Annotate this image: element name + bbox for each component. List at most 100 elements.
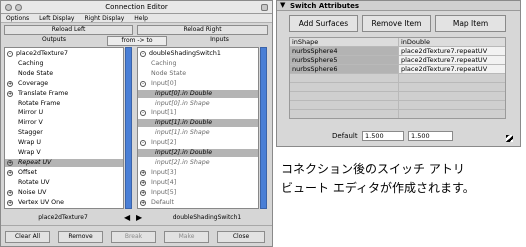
left-list-item[interactable]: + Noise UV <box>5 189 123 197</box>
menu-options[interactable]: Options <box>1 14 34 22</box>
collapse-icon[interactable]: - <box>140 80 146 87</box>
left-list-item[interactable]: + Offset <box>5 169 123 177</box>
expand-icon[interactable]: + <box>7 189 13 196</box>
right-list-item[interactable]: input[0].in Shape <box>138 100 258 108</box>
direction-toggle-button[interactable]: from -> to <box>107 36 167 46</box>
table-cell-double[interactable]: place2dTexture7.repeatUV <box>399 65 505 73</box>
right-list-item[interactable]: - Input[1] <box>138 109 258 117</box>
left-list-item[interactable]: + Coverage <box>5 80 123 88</box>
left-list-item[interactable]: Caching <box>5 60 123 68</box>
right-list-item[interactable]: + Default <box>138 199 258 207</box>
expand-icon[interactable]: + <box>140 189 146 196</box>
right-scrollbar[interactable] <box>260 47 267 209</box>
default-value-field-2[interactable]: 1.500 <box>408 131 453 141</box>
left-item-label: Vertex UV One <box>18 198 64 206</box>
map-item-button[interactable]: Map Item <box>435 15 506 32</box>
row-line <box>290 109 505 110</box>
right-item-label: Input[0] <box>151 79 177 87</box>
left-item-label: Rotate Frame <box>18 99 61 107</box>
expand-icon[interactable]: + <box>140 169 146 176</box>
table-cell-double[interactable]: place2dTexture7.repeatUV <box>399 47 505 55</box>
arrow-right-icon[interactable]: ▶ <box>136 213 142 222</box>
right-list-item[interactable]: input[0].in Double <box>138 89 258 98</box>
left-item-label: Wrap V <box>18 149 41 156</box>
reload-left-button[interactable]: Reload Left <box>4 25 133 35</box>
collapse-icon[interactable]: - <box>140 51 146 57</box>
left-list-item[interactable]: + Translate Frame <box>5 90 123 98</box>
left-list-item[interactable]: Stagger <box>5 129 123 137</box>
collapse-icon[interactable]: - <box>7 51 13 57</box>
remove-button[interactable]: Remove <box>58 231 103 243</box>
left-list-item[interactable]: + Vertex UV One <box>5 199 123 207</box>
left-list-item[interactable]: + Repeat UV <box>5 158 123 167</box>
right-list-item[interactable]: - Input[2] <box>138 139 258 147</box>
left-item-label: Rotate UV <box>18 178 50 186</box>
left-list-item[interactable]: Rotate UV <box>5 179 123 187</box>
add-surfaces-button[interactable]: Add Surfaces <box>289 15 358 32</box>
collapse-icon[interactable]: - <box>140 140 146 147</box>
reload-right-button[interactable]: Reload Right <box>137 25 268 35</box>
right-list-item[interactable]: - doubleShadingSwitch1 <box>138 50 258 58</box>
close-button[interactable]: Close <box>217 231 265 243</box>
right-item-label: input[1].in Shape <box>155 129 210 137</box>
expand-icon[interactable]: + <box>7 90 13 97</box>
right-list-item[interactable]: input[1].in Double <box>138 119 258 128</box>
right-list-item[interactable]: input[1].in Shape <box>138 129 258 137</box>
collapse-icon[interactable]: - <box>140 110 146 117</box>
right-list-item[interactable]: + Input[4] <box>138 179 258 187</box>
column-header-inshape[interactable]: inShape <box>290 38 398 46</box>
arrow-left-icon[interactable]: ◀ <box>124 213 130 222</box>
expand-icon[interactable]: + <box>7 80 13 87</box>
right-item-label: Caching <box>151 59 177 67</box>
right-item-label: input[2].in Shape <box>155 158 210 166</box>
table-cell-shape[interactable]: nurbsSphere6 <box>290 65 398 73</box>
zoom-window-icon[interactable] <box>261 4 268 11</box>
expand-icon[interactable]: + <box>7 169 13 176</box>
left-list-item[interactable]: Mirror U <box>5 109 123 117</box>
left-list-item[interactable]: Node State <box>5 70 123 78</box>
menu-left-display[interactable]: Left Display <box>34 14 79 22</box>
left-list-item[interactable]: Rotate Frame <box>5 100 123 108</box>
right-item-label: input[0].in Shape <box>155 99 210 107</box>
left-list-item[interactable]: Wrap V <box>5 149 123 157</box>
expand-icon[interactable]: + <box>7 199 13 206</box>
right-item-label: input[2].in Double <box>155 149 213 156</box>
right-item-label: Input[3] <box>151 168 177 176</box>
left-list-item[interactable]: - place2dTexture7 <box>5 50 123 58</box>
menu-help[interactable]: Help <box>129 14 153 22</box>
expand-icon[interactable]: + <box>140 199 146 206</box>
break-button[interactable]: Break <box>111 231 156 243</box>
left-item-label: Caching <box>18 59 44 67</box>
remove-item-button[interactable]: Remove Item <box>362 15 431 32</box>
table-cell-shape[interactable]: nurbsSphere4 <box>290 47 398 55</box>
left-item-label: Translate Frame <box>18 89 69 97</box>
section-header[interactable]: ▼ Switch Attributes <box>277 1 520 11</box>
right-list-item[interactable]: Node State <box>138 70 258 78</box>
column-header-indouble[interactable]: inDouble <box>399 38 505 46</box>
resize-grip-icon[interactable] <box>506 135 513 142</box>
left-item-label: Node State <box>18 69 54 77</box>
left-list-item[interactable]: Wrap U <box>5 139 123 147</box>
right-list-item[interactable]: - Input[0] <box>138 80 258 88</box>
caption-line-1: コネクション後のスイッチ アトリ <box>281 162 465 176</box>
table-cell-shape[interactable]: nurbsSphere5 <box>290 56 398 64</box>
right-list-item[interactable]: Caching <box>138 60 258 68</box>
default-value-field-1[interactable]: 1.500 <box>362 131 404 141</box>
menu-right-display[interactable]: Right Display <box>79 14 129 22</box>
window-title-bar[interactable]: Connection Editor <box>1 1 272 14</box>
collapse-triangle-icon[interactable]: ▼ <box>280 1 285 9</box>
right-list-item[interactable]: input[2].in Shape <box>138 159 258 167</box>
right-list-item[interactable]: input[2].in Double <box>138 149 258 157</box>
minimize-window-icon[interactable] <box>15 4 22 11</box>
expand-icon[interactable]: + <box>7 159 13 166</box>
divider <box>1 225 272 226</box>
make-button[interactable]: Make <box>164 231 209 243</box>
left-scrollbar[interactable] <box>125 47 132 209</box>
close-window-icon[interactable] <box>5 4 12 11</box>
right-list-item[interactable]: + Input[3] <box>138 169 258 177</box>
clear-all-button[interactable]: Clear All <box>5 231 50 243</box>
expand-icon[interactable]: + <box>140 179 146 186</box>
right-list-item[interactable]: + Input[5] <box>138 189 258 197</box>
table-cell-double[interactable]: place2dTexture7.repeatUV <box>399 56 505 64</box>
left-list-item[interactable]: Mirror V <box>5 119 123 127</box>
